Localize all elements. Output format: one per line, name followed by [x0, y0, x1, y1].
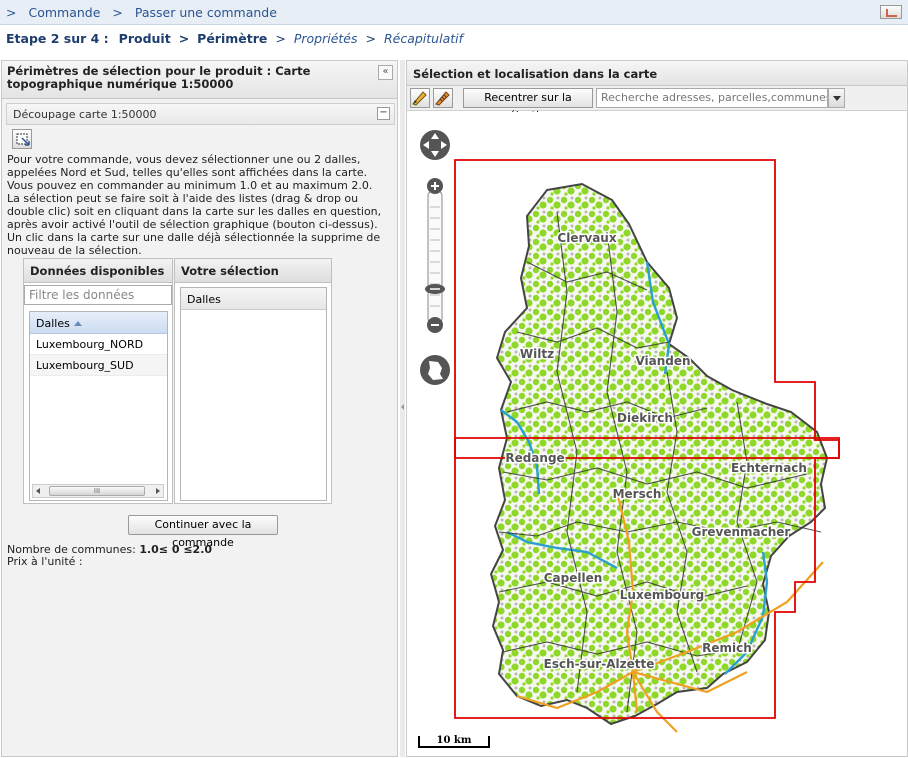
place-label: Diekirch: [617, 411, 673, 425]
place-label: Vianden: [635, 354, 690, 368]
instructions-p2: La sélection peut se faire soit à l'aide…: [7, 192, 382, 257]
selection-list[interactable]: Dalles: [180, 287, 327, 501]
collapse-panel-button[interactable]: «: [378, 65, 393, 80]
map-panel: Sélection et localisation dans la carte …: [406, 60, 908, 757]
map-svg[interactable]: Clervaux Wiltz Vianden Diekirch Redange Echte…: [407, 112, 907, 756]
place-label: Redange: [505, 451, 564, 465]
price-label: Prix à l'unité :: [7, 555, 83, 568]
dalles-column-header[interactable]: Dalles: [30, 312, 167, 334]
place-label: Remich: [702, 641, 752, 655]
step-bar: Etape 2 sur 4 : Produit > Périmètre > Pr…: [0, 25, 908, 58]
step-recapitulatif: Récapitulatif: [383, 31, 463, 46]
step-sep: >: [178, 31, 190, 46]
column-label: Dalles: [36, 317, 70, 330]
fieldset-toggle-button[interactable]: −: [377, 107, 390, 120]
fieldset-title: Découpage carte 1:50000: [13, 108, 157, 121]
select-tool-icon: [16, 133, 30, 146]
breadcrumb: > Commande > Passer une commande: [6, 5, 285, 20]
map-canvas[interactable]: Clervaux Wiltz Vianden Diekirch Redange Echte…: [407, 112, 907, 756]
exit-icon[interactable]: [880, 5, 902, 19]
selection-panel: Périmètres de sélection pour le produit …: [1, 60, 398, 757]
place-label: Grevenmacher: [692, 525, 791, 539]
step-sep: >: [275, 31, 286, 46]
pencil-ruler-icon: [412, 91, 427, 106]
place-label: Wiltz: [520, 347, 554, 361]
step-prefix: Etape 2 sur 4 :: [6, 31, 109, 46]
map-panel-title: Sélection et localisation dans la carte: [407, 61, 907, 86]
scroll-right-icon[interactable]: [156, 488, 160, 494]
breadcrumb-commande[interactable]: Commande: [28, 5, 100, 20]
breadcrumb-sep: >: [112, 5, 123, 20]
draw-tool-button[interactable]: [410, 88, 430, 108]
place-label: Mersch: [613, 487, 662, 501]
horizontal-scrollbar[interactable]: III: [32, 484, 164, 498]
place-label: Clervaux: [557, 231, 616, 245]
chevron-down-icon[interactable]: [828, 88, 845, 108]
address-search-input[interactable]: Recherche adresses, parcelles,communes, …: [596, 88, 828, 108]
ruler-icon: [435, 91, 450, 106]
scroll-thumb[interactable]: III: [49, 486, 145, 496]
place-label: Echternach: [731, 461, 807, 475]
communes-value: 1.0≤ 0 ≤2.0: [139, 543, 213, 556]
graphic-select-tool-button[interactable]: [12, 129, 32, 149]
scroll-left-icon[interactable]: [36, 488, 40, 494]
panel-splitter[interactable]: [400, 60, 405, 757]
recenter-button[interactable]: Recentrer sur la sélection: [463, 88, 593, 122]
breadcrumb-passer-commande[interactable]: Passer une commande: [135, 5, 277, 20]
selection-column-header[interactable]: Dalles: [181, 288, 326, 310]
available-list[interactable]: Dalles Luxembourg_NORD Luxembourg_SUD II…: [29, 311, 168, 501]
place-label: Luxembourg: [620, 588, 704, 602]
top-bar: > Commande > Passer une commande: [0, 0, 908, 25]
pan-control[interactable]: [420, 130, 450, 160]
zoom-extent-button[interactable]: [420, 355, 450, 385]
instructions-p1: Pour votre commande, vous devez sélectio…: [7, 153, 373, 192]
continue-button[interactable]: Continuer avec la commande: [128, 515, 278, 549]
scale-bar: 10 km: [418, 736, 490, 748]
zoom-bar[interactable]: [425, 178, 445, 333]
breadcrumb-sep: >: [6, 5, 17, 20]
order-stats: Nombre de communes: 1.0≤ 0 ≤2.0 Prix à l…: [7, 544, 212, 568]
your-selection-panel: Votre sélection Dalles: [174, 258, 332, 504]
place-label: Capellen: [544, 571, 603, 585]
decoupage-fieldset: Découpage carte 1:50000 −: [6, 103, 395, 125]
filter-input[interactable]: Filtre les données: [24, 285, 172, 305]
sort-asc-icon: [73, 321, 82, 326]
selection-panel-title: Périmètres de sélection pour le produit …: [2, 61, 397, 99]
map-toolbar: Recentrer sur la sélection Recherche adr…: [407, 86, 907, 122]
place-label: Esch-sur-Alzette: [544, 657, 655, 671]
instructions: Pour votre commande, vous devez sélectio…: [7, 153, 393, 257]
measure-tool-button[interactable]: [433, 88, 453, 108]
step-proprietes: Propriétés: [293, 31, 358, 46]
available-data-title: Données disponibles: [24, 259, 172, 283]
list-item[interactable]: Luxembourg_SUD: [30, 355, 167, 376]
step-produit[interactable]: Produit: [119, 31, 171, 46]
list-item[interactable]: Luxembourg_NORD: [30, 334, 167, 355]
available-data-panel: Données disponibles Filtre les données D…: [23, 258, 173, 504]
step-sep: >: [365, 31, 376, 46]
step-perimetre: Périmètre: [197, 31, 268, 46]
your-selection-title: Votre sélection: [175, 259, 331, 283]
